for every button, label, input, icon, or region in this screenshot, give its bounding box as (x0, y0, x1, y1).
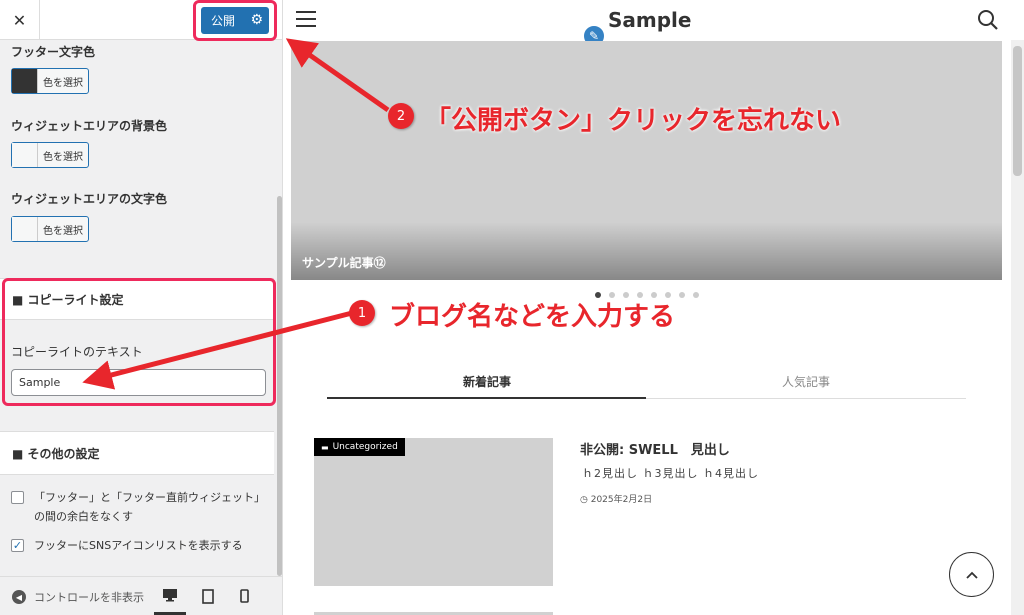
tab-popular-posts[interactable]: 人気記事 (646, 373, 966, 390)
mobile-preview-button[interactable] (228, 577, 260, 615)
hide-controls-label: コントロールを非表示 (34, 591, 144, 604)
footer-text-color-picker[interactable]: 色を選択 (11, 68, 89, 94)
tab-divider (646, 398, 966, 399)
collapse-icon: ◀ (12, 590, 26, 604)
widget-text-color-picker[interactable]: 色を選択 (11, 216, 89, 242)
publish-highlight-box (193, 0, 277, 41)
color-picker-label: 色を選択 (43, 77, 83, 89)
sidebar-footer: ◀ コントロールを非表示 (0, 576, 282, 615)
color-swatch (12, 217, 38, 241)
post-date: ◷ 2025年2月2日 (580, 492, 652, 505)
color-swatch (12, 143, 38, 167)
annotation-number-1: 1 (349, 300, 375, 326)
site-title[interactable]: Sample (608, 8, 691, 32)
tablet-preview-button[interactable] (192, 577, 224, 615)
color-picker-label: 色を選択 (43, 225, 83, 237)
copyright-highlight-box (2, 278, 276, 406)
widget-text-color-label: ウィジェットエリアの文字色 (11, 192, 168, 206)
checkbox-label: 「フッター」と「フッター直前ウィジェット」の間の余白をなくす (34, 491, 260, 523)
checkbox-checked[interactable]: ✓ (11, 539, 24, 552)
folder-icon: ▬ (321, 442, 329, 452)
preview-scrollbar-thumb[interactable] (1013, 46, 1022, 176)
hamburger-menu-icon[interactable] (296, 11, 316, 27)
hero-gradient (291, 222, 1002, 280)
other-settings-heading: ■ その他の設定 (0, 431, 274, 475)
slider-dot[interactable] (679, 292, 685, 298)
tablet-icon (202, 588, 214, 604)
annotation-text-2: 「公開ボタン」クリックを忘れない (425, 106, 842, 136)
back-to-top-button[interactable] (949, 552, 994, 597)
post-title[interactable]: 非公開: SWELL 見出し (580, 439, 730, 458)
annotation-number-2: 2 (388, 103, 414, 129)
checkbox-remove-footer-gap[interactable]: 「フッター」と「フッター直前ウィジェット」の間の余白をなくす (11, 488, 261, 526)
close-button[interactable]: ✕ (0, 0, 40, 40)
desktop-preview-button[interactable] (154, 577, 186, 615)
checkbox-show-sns-icons[interactable]: ✓ フッターにSNSアイコンリストを表示する (11, 536, 271, 555)
post-excerpt: ｈ2見出し ｈ3見出し ｈ4見出し (582, 467, 759, 480)
clock-icon: ◷ (580, 495, 591, 505)
sidebar-scrollbar-thumb[interactable] (277, 196, 282, 576)
mobile-icon (239, 589, 249, 603)
footer-text-color-label: フッター文字色 (11, 45, 96, 59)
color-picker-label: 色を選択 (43, 151, 83, 163)
post-thumbnail[interactable] (314, 438, 553, 586)
slider-dot[interactable] (693, 292, 699, 298)
desktop-icon (163, 588, 177, 601)
color-swatch (12, 69, 38, 93)
widget-bg-color-label: ウィジェットエリアの背景色 (11, 119, 168, 133)
annotation-text-1: ブログ名などを入力する (389, 302, 676, 332)
hero-caption[interactable]: サンプル記事⑫ (302, 254, 386, 271)
checkbox-label: フッターにSNSアイコンリストを表示する (34, 539, 243, 552)
tab-new-posts[interactable]: 新着記事 (327, 373, 647, 390)
close-icon: ✕ (12, 10, 27, 30)
search-icon[interactable] (976, 8, 1000, 32)
post-date-text: 2025年2月2日 (590, 495, 653, 505)
customizer-sidebar: ✕ 公開 ⚙ フッター文字色 色を選択 ウィジェットエリアの背景色 色を選択 ウ… (0, 0, 283, 615)
checkbox-unchecked[interactable] (11, 491, 24, 504)
chevron-up-icon (965, 571, 978, 579)
hide-controls-button[interactable]: ◀ コントロールを非表示 (12, 589, 152, 605)
widget-bg-color-picker[interactable]: 色を選択 (11, 142, 89, 168)
category-label: Uncategorized (332, 442, 398, 452)
customizer-window: ✕ 公開 ⚙ フッター文字色 色を選択 ウィジェットエリアの背景色 色を選択 ウ… (0, 0, 1024, 615)
active-tab-indicator (327, 397, 646, 399)
category-badge: ▬ Uncategorized (314, 438, 405, 456)
